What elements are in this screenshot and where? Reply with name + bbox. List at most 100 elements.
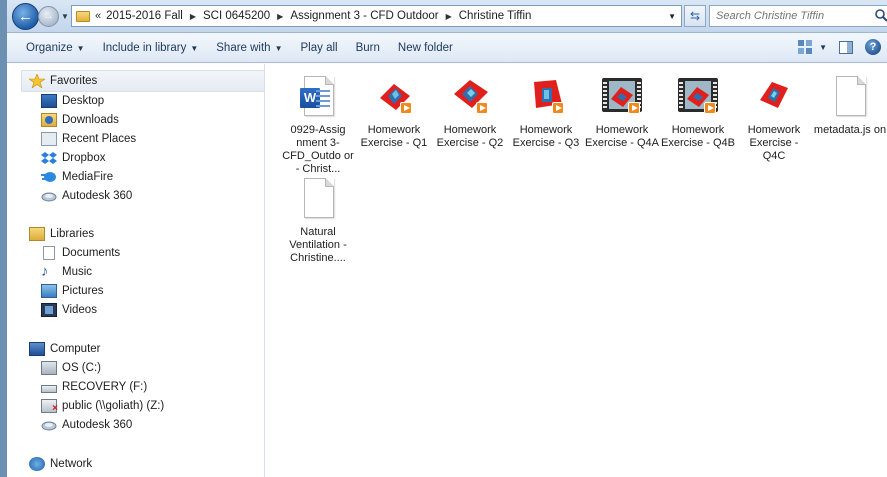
share-with-menu[interactable]: Share with ▼	[207, 42, 291, 54]
nav-label: public (\\goliath) (Z:)	[62, 400, 165, 412]
file-item-natural-ventilation[interactable]: Natural Ventilation - Christine....	[281, 174, 355, 265]
refresh-button[interactable]: ⇆	[684, 5, 706, 27]
nav-network[interactable]: Network	[29, 455, 92, 473]
search-icon[interactable]	[874, 8, 887, 22]
star-icon	[29, 74, 45, 88]
file-item-word-doc[interactable]: W 0929-Assig nment 3- CFD_Outdo or - Chr…	[281, 72, 355, 176]
file-item-q2[interactable]: Homework Exercise - Q2	[433, 72, 507, 150]
blank-file-icon	[826, 72, 874, 120]
nav-public-z[interactable]: × public (\\goliath) (Z:)	[41, 397, 164, 415]
breadcrumb-item[interactable]: 2015-2016 Fall	[106, 10, 183, 22]
breadcrumb-item[interactable]: SCI 0645200	[203, 10, 270, 22]
recent-pages-dropdown[interactable]: ▼	[61, 12, 69, 21]
file-item-q4c[interactable]: Homework Exercise - Q4C	[737, 72, 811, 163]
computer-icon	[29, 342, 45, 356]
file-name: Homework Exercise - Q4B	[661, 124, 735, 149]
drive-icon	[41, 385, 57, 393]
nav-documents[interactable]: Documents	[41, 244, 120, 262]
nav-recent-places[interactable]: Recent Places	[41, 130, 136, 148]
nav-videos[interactable]: Videos	[41, 301, 97, 319]
nav-label: Desktop	[62, 95, 105, 107]
breadcrumb-overflow[interactable]: «	[95, 10, 101, 22]
cfd-video-icon	[446, 72, 494, 120]
help-icon[interactable]: ?	[865, 39, 881, 55]
organize-menu[interactable]: Organize ▼	[17, 42, 94, 54]
file-name: Homework Exercise - Q1	[360, 124, 428, 149]
nav-label: Downloads	[62, 114, 119, 126]
forward-button[interactable]: →	[38, 6, 59, 27]
include-label: Include in library	[102, 41, 187, 54]
nav-dropbox[interactable]: Dropbox	[41, 149, 105, 167]
burn-button[interactable]: Burn	[347, 42, 389, 54]
back-button[interactable]: ←	[12, 3, 39, 30]
file-name: Natural Ventilation - Christine....	[289, 226, 347, 264]
nav-pictures[interactable]: Pictures	[41, 282, 104, 300]
nav-libraries[interactable]: Libraries	[29, 225, 94, 243]
nav-label: Videos	[62, 304, 97, 316]
nav-favorites[interactable]: Favorites	[29, 72, 97, 90]
explorer-window: ← → ▼ « 2015-2016 Fall ▶ SCI 0645200 ▶ A…	[7, 0, 887, 477]
file-item-q4b[interactable]: Homework Exercise - Q4B	[661, 72, 735, 150]
nav-computer[interactable]: Computer	[29, 340, 101, 358]
window-frame: ← → ▼ « 2015-2016 Fall ▶ SCI 0645200 ▶ A…	[0, 0, 887, 477]
address-dropdown-icon[interactable]: ▼	[668, 12, 676, 21]
new-folder-button[interactable]: New folder	[389, 42, 462, 54]
view-controls: ▼ ?	[797, 39, 881, 55]
chevron-right-icon[interactable]: ▶	[446, 12, 452, 21]
dropbox-icon	[41, 152, 57, 164]
file-name: Homework Exercise - Q4C	[747, 124, 801, 162]
nav-mediafire[interactable]: MediaFire	[41, 168, 113, 186]
chevron-right-icon[interactable]: ▶	[277, 12, 283, 21]
caret-down-icon: ▼	[274, 43, 283, 53]
caret-down-icon: ▼	[76, 43, 85, 53]
breadcrumb-item[interactable]: Christine Tiffin	[459, 10, 532, 22]
nav-autodesk-360[interactable]: Autodesk 360	[41, 187, 132, 205]
nav-label: Music	[62, 266, 93, 278]
nav-downloads[interactable]: Downloads	[41, 111, 119, 129]
nav-desktop[interactable]: Desktop	[41, 92, 104, 110]
view-grid-icon	[798, 40, 813, 54]
autodesk-360-icon	[41, 192, 57, 202]
film-video-icon	[674, 72, 722, 120]
nav-label: Favorites	[50, 75, 98, 87]
file-name: Homework Exercise - Q3	[512, 124, 580, 149]
address-bar[interactable]: « 2015-2016 Fall ▶ SCI 0645200 ▶ Assignm…	[71, 5, 682, 27]
nav-recovery-f[interactable]: RECOVERY (F:)	[41, 378, 147, 396]
change-view-button[interactable]: ▼	[797, 39, 827, 55]
word-document-icon: W	[294, 72, 342, 120]
search-input[interactable]	[716, 10, 866, 22]
breadcrumb-item[interactable]: Assignment 3 - CFD Outdoor	[290, 10, 438, 22]
nav-os-c[interactable]: OS (C:)	[41, 359, 101, 377]
file-item-q3[interactable]: Homework Exercise - Q3	[509, 72, 583, 150]
include-in-library-menu[interactable]: Include in library ▼	[94, 42, 208, 54]
caret-down-icon: ▼	[819, 42, 827, 52]
play-all-button[interactable]: Play all	[292, 42, 347, 54]
chevron-right-icon[interactable]: ▶	[190, 12, 196, 21]
nav-label: Autodesk 360	[62, 190, 133, 202]
recent-places-icon	[41, 132, 57, 146]
search-box[interactable]	[709, 5, 887, 27]
desktop-icon	[41, 94, 57, 108]
refresh-icon: ⇆	[689, 9, 701, 23]
nav-autodesk-360-drive[interactable]: Autodesk 360	[41, 416, 132, 434]
cfd-video-icon	[522, 72, 570, 120]
command-bar: Organize ▼ Include in library ▼ Share with…	[7, 33, 887, 63]
file-item-q1[interactable]: Homework Exercise - Q1	[357, 72, 431, 150]
pictures-icon	[41, 284, 57, 298]
nav-music[interactable]: ♪ Music	[41, 263, 92, 281]
downloads-icon	[41, 113, 57, 127]
nav-label: OS (C:)	[62, 362, 101, 374]
arrow-left-icon: ←	[18, 8, 33, 25]
mediafire-icon	[41, 172, 56, 182]
nav-label: Documents	[62, 247, 121, 259]
file-item-q4a[interactable]: Homework Exercise - Q4A	[585, 72, 659, 150]
libraries-icon	[29, 227, 45, 241]
file-item-metadata-json[interactable]: metadata.js on	[813, 72, 887, 137]
file-name: metadata.js on	[813, 124, 887, 136]
music-icon: ♪	[41, 263, 49, 280]
nav-label: Computer	[50, 343, 101, 355]
nav-label: Network	[50, 458, 93, 470]
preview-pane-icon[interactable]	[839, 40, 853, 54]
address-row: ← → ▼ « 2015-2016 Fall ▶ SCI 0645200 ▶ A…	[7, 0, 887, 33]
share-label: Share with	[216, 41, 271, 54]
